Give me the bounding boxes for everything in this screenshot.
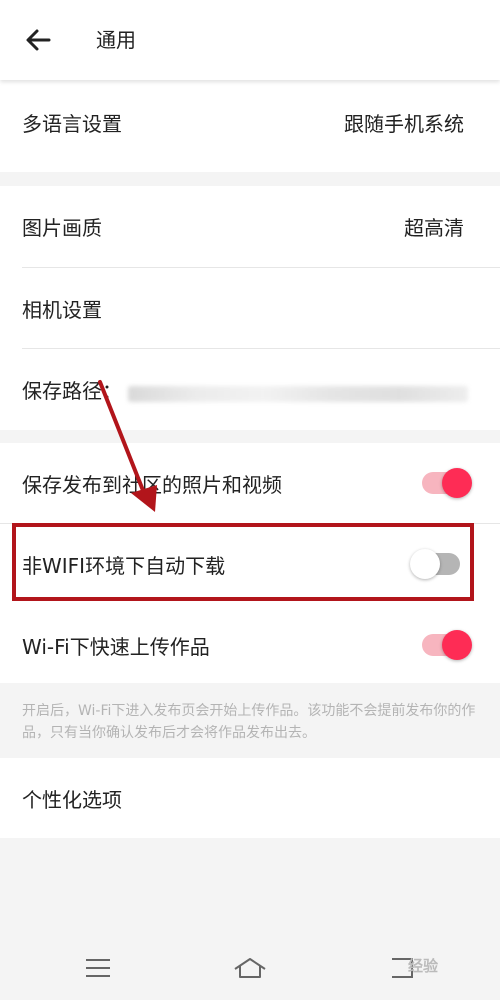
annotation-arrow bbox=[98, 380, 157, 512]
